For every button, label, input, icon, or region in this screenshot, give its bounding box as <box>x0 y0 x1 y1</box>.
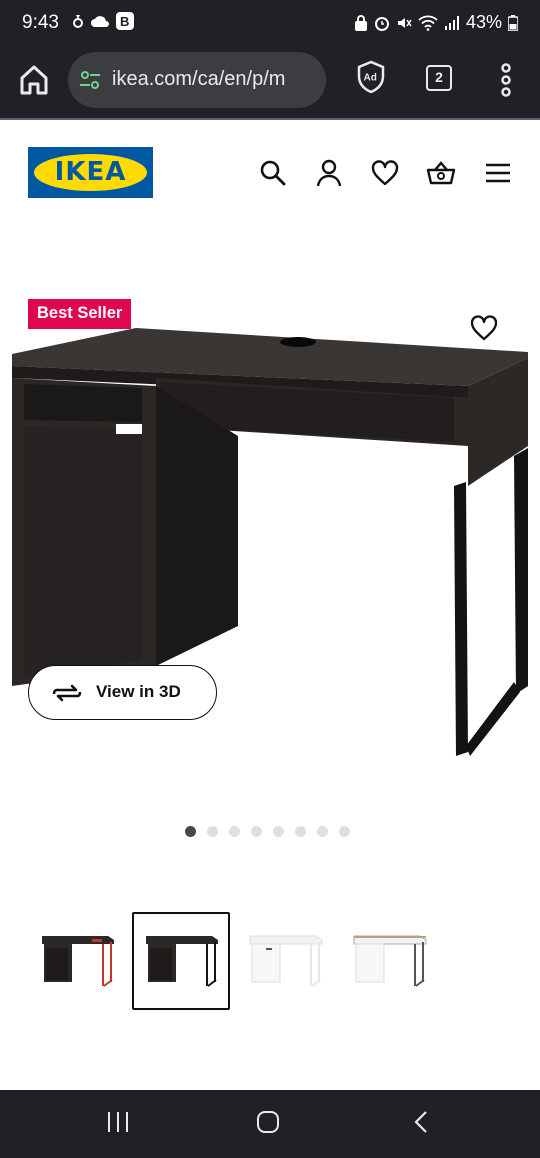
browser-toolbar: ikea.com/ca/en/p/m Ad 2 <box>0 46 540 118</box>
wifi-icon <box>418 15 438 31</box>
svg-text:B: B <box>120 14 129 29</box>
variant-thumbnail-black-brown[interactable] <box>132 912 230 1010</box>
mute-icon <box>397 17 412 28</box>
variant-thumbnail-white[interactable] <box>236 912 334 1010</box>
cloud-icon <box>91 16 109 27</box>
save-to-favourites-heart-icon[interactable] <box>466 310 502 346</box>
more-options-icon[interactable] <box>494 62 518 98</box>
tab-switcher-button[interactable]: 2 <box>426 65 452 91</box>
carousel-dot[interactable] <box>207 826 218 837</box>
status-right: 43% <box>354 12 518 33</box>
battery-percent: 43% <box>465 12 502 32</box>
carousel-dot[interactable] <box>273 826 284 837</box>
account-icon[interactable] <box>314 158 344 188</box>
home-button-icon[interactable] <box>256 1110 280 1134</box>
carousel-indicator <box>185 826 350 837</box>
menu-hamburger-icon[interactable] <box>483 158 513 188</box>
site-header: IKEA <box>0 120 540 230</box>
carousel-dot[interactable] <box>185 826 196 837</box>
product-image-gallery[interactable]: Best Seller View in 3D <box>0 230 540 820</box>
favourites-heart-icon[interactable] <box>370 158 400 188</box>
view-in-3d-button[interactable]: View in 3D <box>28 665 217 720</box>
view-in-3d-label: View in 3D <box>96 682 181 701</box>
home-icon[interactable] <box>16 62 52 98</box>
carousel-dot[interactable] <box>251 826 262 837</box>
url-text: ikea.com/ca/en/p/m <box>112 68 286 90</box>
carousel-dot[interactable] <box>229 826 240 837</box>
carousel-dot[interactable] <box>339 826 350 837</box>
logo-text: IKEA <box>54 157 127 187</box>
b-app-icon: B <box>116 12 134 30</box>
rotate-3d-icon <box>52 684 82 702</box>
notification-icons: B <box>72 12 134 30</box>
status-bar: 9:43 B 43% <box>0 0 540 46</box>
variant-thumbnail-black-brown-red[interactable] <box>28 912 126 1010</box>
carousel-dot[interactable] <box>295 826 306 837</box>
alarm-icon <box>374 16 389 31</box>
lock-icon <box>354 14 367 31</box>
recent-apps-icon[interactable] <box>106 1110 130 1134</box>
adblock-label: Ad <box>364 73 377 84</box>
notification-icon <box>73 15 83 28</box>
battery-icon <box>508 14 518 31</box>
status-time: 9:43 <box>22 12 59 33</box>
signal-icon <box>444 15 459 30</box>
search-icon[interactable] <box>258 158 288 188</box>
carousel-dot[interactable] <box>317 826 328 837</box>
address-bar[interactable]: ikea.com/ca/en/p/m <box>68 52 326 108</box>
best-seller-badge: Best Seller <box>28 299 132 329</box>
back-icon[interactable] <box>410 1110 434 1134</box>
system-navigation-bar <box>0 1090 540 1158</box>
shopping-bag-icon[interactable] <box>426 158 456 188</box>
variant-thumbnails <box>28 912 438 1010</box>
site-settings-icon[interactable] <box>78 68 102 92</box>
adblock-shield-icon[interactable]: Ad <box>356 60 386 94</box>
ikea-logo[interactable]: IKEA <box>28 147 153 198</box>
variant-thumbnail-white-anthracite[interactable] <box>340 912 438 1010</box>
